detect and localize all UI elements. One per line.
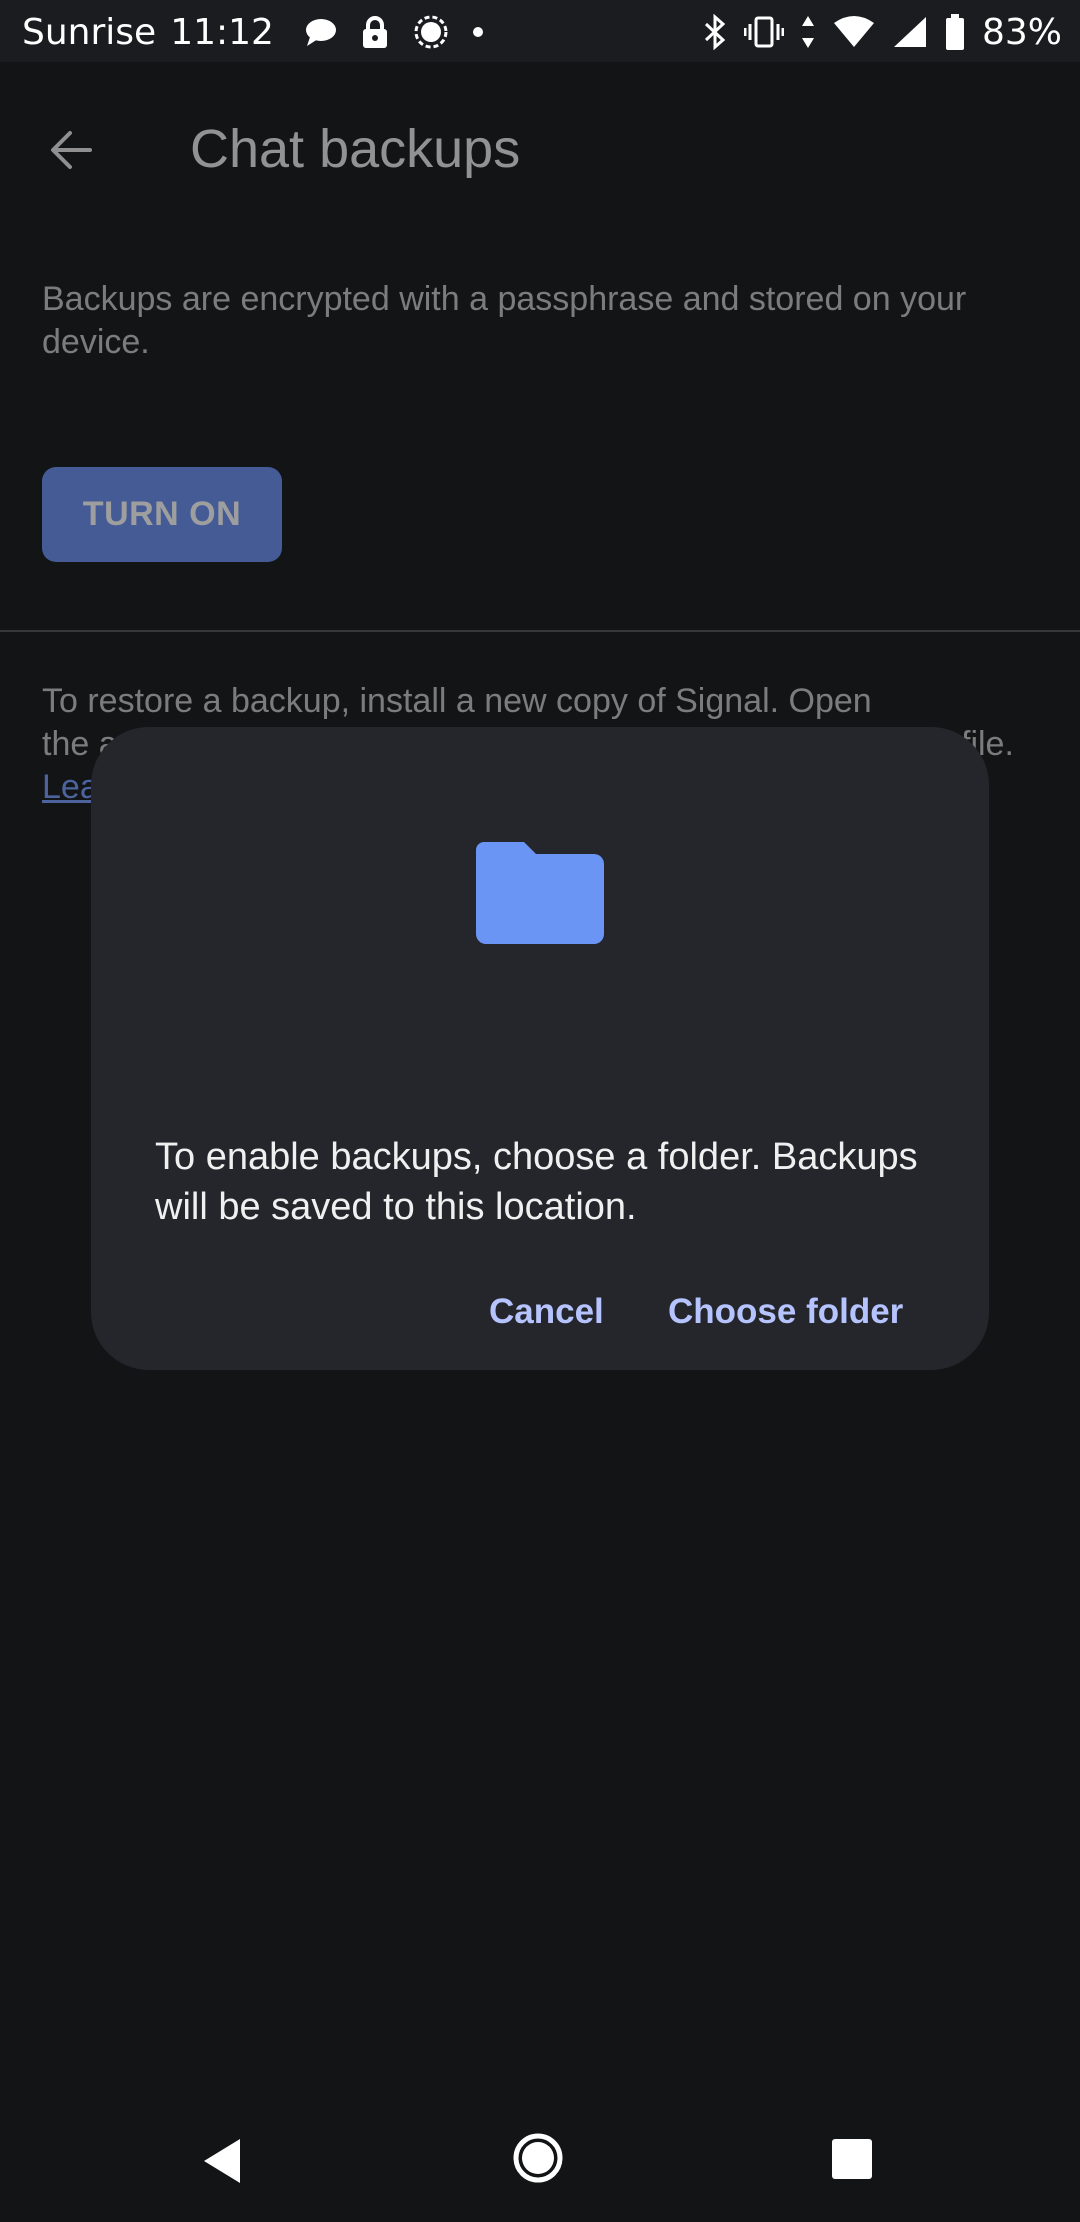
- data-arrows-icon: [801, 16, 814, 48]
- dialog-message: To enable backups, choose a folder. Back…: [155, 1136, 918, 1228]
- navigation-bar: [0, 2082, 1080, 2222]
- choose-folder-button[interactable]: Choose folder: [668, 1292, 903, 1332]
- divider: [0, 630, 1080, 632]
- chat-backups-screen: Chat backups Backups are encrypted with …: [0, 62, 1080, 2183]
- page-title: Chat backups: [190, 119, 521, 179]
- nav-back-icon[interactable]: [200, 2137, 244, 2185]
- nav-home-icon[interactable]: [512, 2132, 564, 2184]
- bluetooth-icon: [704, 14, 726, 50]
- lock-icon: [362, 16, 387, 48]
- turn-on-button[interactable]: TURN ON: [42, 467, 282, 562]
- signal-app-icon: [414, 15, 448, 49]
- notification-icons: [304, 13, 484, 51]
- status-bar: Sunrise 11:12 83%: [0, 0, 1080, 62]
- status-time: 11:12: [170, 11, 274, 53]
- battery-icon: [945, 14, 964, 50]
- chat-bubble-icon: [305, 19, 336, 46]
- cancel-button[interactable]: Cancel: [489, 1292, 604, 1332]
- wifi-icon: [833, 16, 874, 47]
- status-right: 83%: [702, 10, 1062, 54]
- folder-icon: [476, 842, 604, 944]
- backup-description: Backups are encrypted with a passphrase …: [42, 280, 967, 361]
- toolbar: Chat backups: [0, 62, 1080, 237]
- choose-folder-dialog: To enable backups, choose a folder. Back…: [91, 727, 989, 1370]
- status-left: Sunrise 11:12: [22, 10, 484, 54]
- vibrate-icon: [743, 16, 784, 48]
- battery-percent: 83%: [981, 11, 1062, 53]
- nav-recents-icon[interactable]: [832, 2139, 872, 2179]
- carrier-name: Sunrise: [22, 11, 157, 53]
- restore-line-1: To restore a backup, install a new copy …: [42, 682, 872, 720]
- back-arrow-icon[interactable]: [42, 120, 102, 180]
- dot-icon: [472, 27, 483, 37]
- cell-signal-icon: [893, 17, 926, 47]
